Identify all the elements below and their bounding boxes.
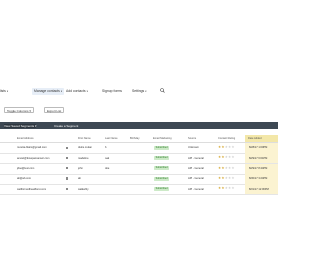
- row-checkbox[interactable]: [66, 167, 69, 170]
- nav-lists-label: lists: [0, 89, 6, 93]
- nav-manage-contacts[interactable]: Manage contacts▾: [32, 88, 65, 95]
- view-saved-segments-tab[interactable]: View Saved Segments ▾: [4, 123, 37, 128]
- status-badge: Subscribed: [154, 176, 170, 181]
- table-row[interactable]: wellformedheadforut.com walkerlily Subscri…: [0, 184, 278, 196]
- date-added-cell: 8/29/17 6:01PM: [249, 156, 268, 160]
- email-cell[interactable]: wellformedheadforut.com: [17, 188, 46, 191]
- contact-rating-stars[interactable]: ★★★★★: [218, 145, 235, 149]
- header-email-marketing[interactable]: Email Marketing: [153, 137, 172, 140]
- export-list-button[interactable]: Export List: [44, 107, 65, 113]
- email-cell[interactable]: jdoe@test.com: [17, 167, 34, 170]
- first-name-cell: madeline: [78, 156, 89, 160]
- star-icon[interactable]: ★: [231, 186, 234, 190]
- star-icon[interactable]: ★: [231, 155, 234, 159]
- status-badge: Subscribed: [154, 166, 170, 171]
- nav-add-contacts-label: Add contacts: [66, 89, 86, 93]
- header-contact-rating[interactable]: Contact Rating: [218, 137, 235, 140]
- first-name-cell: john: [78, 166, 83, 170]
- star-icon[interactable]: ★: [231, 176, 234, 180]
- chevron-down-icon: ▾: [86, 90, 88, 93]
- contact-rating-stars[interactable]: ★★★★★: [218, 176, 235, 180]
- nav-settings[interactable]: Settings▾: [132, 89, 146, 94]
- row-checkbox[interactable]: [66, 146, 69, 149]
- source-cell: API - General: [188, 177, 204, 181]
- nav-signup-forms-label: Signup forms: [102, 89, 122, 93]
- source-cell: Unknown: [188, 146, 199, 150]
- nav-settings-label: Settings: [132, 89, 145, 93]
- last-name-cell: doe: [105, 166, 110, 170]
- status-badge: Subscribed: [154, 145, 170, 150]
- date-added-cell: 8/31/17 12:06PM: [249, 187, 269, 191]
- date-added-cell: 8/28/17 1:00PM: [249, 146, 268, 150]
- star-icon[interactable]: ★: [231, 166, 234, 170]
- chevron-down-icon: ▾: [6, 90, 9, 93]
- first-name-cell: walkerlily: [78, 187, 89, 191]
- status-badge: Subscribed: [154, 186, 170, 191]
- contact-rating-stars[interactable]: ★★★★★: [218, 166, 235, 170]
- table-header: Email Address First Name Last Name Birth…: [0, 135, 278, 143]
- star-icon[interactable]: ★: [231, 145, 234, 149]
- date-added-cell: 8/30/17 3:24PM: [249, 177, 268, 181]
- header-email[interactable]: Email Address: [17, 137, 34, 140]
- segment-bar: View Saved Segments ▾ Create a Segment: [0, 122, 278, 129]
- last-name-cell: oak: [105, 156, 110, 160]
- email-cell[interactable]: ab@ab.com: [17, 177, 31, 180]
- contact-rating-stars[interactable]: ★★★★★: [218, 156, 235, 159]
- header-source[interactable]: Source: [188, 137, 196, 140]
- nav-manage-contacts-label: Manage contacts: [34, 89, 60, 93]
- email-cell[interactable]: amoel@fewspamanswr.com: [17, 157, 49, 160]
- date-added-cell: 8/29/17 8:44PM: [249, 166, 268, 170]
- header-birthday[interactable]: Birthday: [130, 137, 140, 140]
- source-cell: API - General: [188, 166, 204, 170]
- row-checkbox[interactable]: [66, 187, 69, 190]
- row-checkbox[interactable]: [66, 156, 69, 160]
- source-cell: API - General: [188, 187, 204, 191]
- row-checkbox[interactable]: [66, 177, 69, 180]
- create-segment-tab[interactable]: Create a Segment: [54, 124, 78, 128]
- source-cell: API - General: [188, 156, 204, 160]
- first-name-cell: ab: [78, 177, 81, 181]
- chevron-down-icon: ▾: [60, 90, 63, 93]
- nav-signup-forms[interactable]: Signup forms: [102, 89, 122, 93]
- search-icon[interactable]: [160, 88, 165, 93]
- header-first-name[interactable]: First Name: [78, 137, 91, 140]
- last-name-cell: b: [105, 146, 107, 150]
- nav-add-contacts[interactable]: Add contacts▾: [66, 89, 88, 94]
- status-badge: Subscribed: [154, 156, 170, 161]
- top-nav: lists▾ Manage contacts▾ Add contacts▾ Si…: [0, 88, 278, 99]
- first-name-cell: dulce.mulan: [78, 146, 92, 150]
- contact-rating-stars[interactable]: ★★★★★: [218, 186, 235, 190]
- chevron-down-icon: ▾: [145, 90, 147, 93]
- toggle-columns-button[interactable]: Toggle Columns ▾: [4, 107, 34, 113]
- header-last-name[interactable]: Last Name: [105, 137, 118, 140]
- email-cell[interactable]: mvania.blairs@gmail.com: [17, 146, 47, 149]
- nav-lists[interactable]: lists▾: [0, 89, 8, 94]
- header-date-added[interactable]: Date Added: [248, 137, 262, 140]
